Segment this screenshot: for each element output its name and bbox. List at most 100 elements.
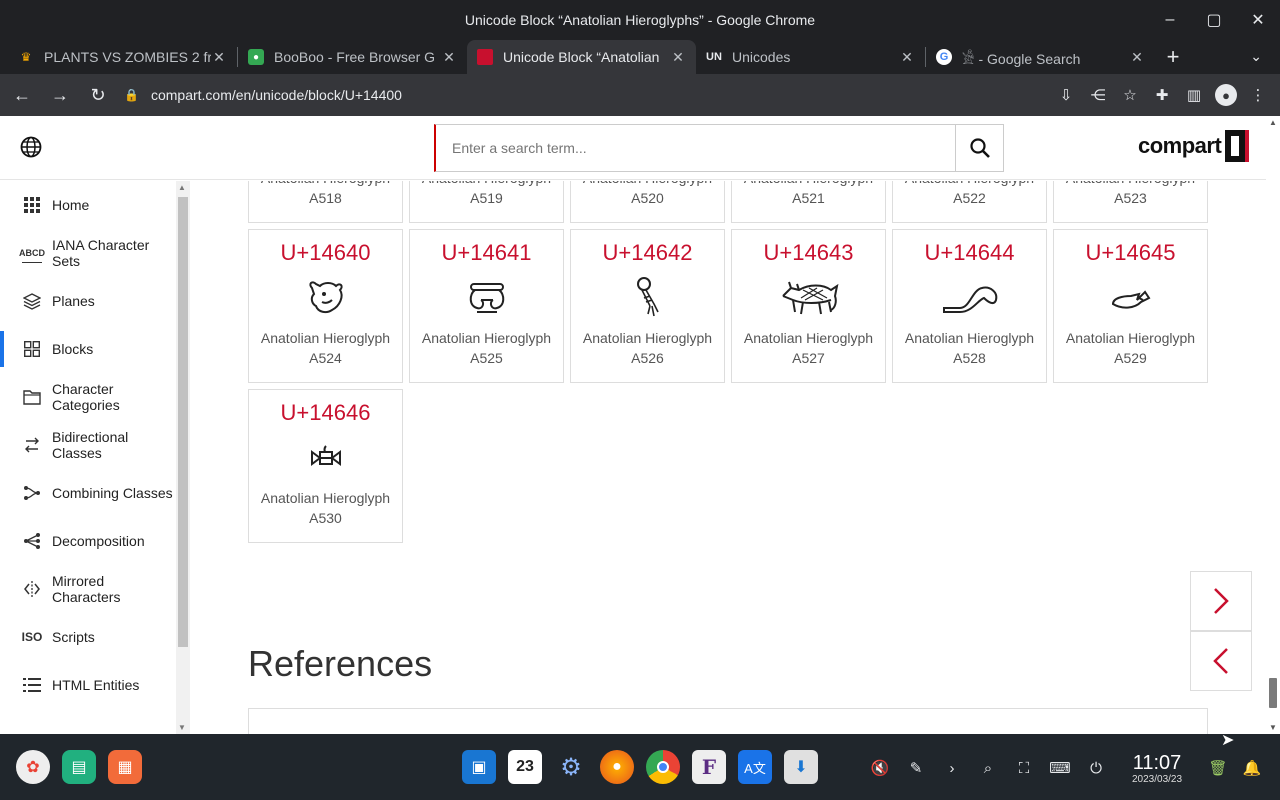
chrome-icon[interactable]	[646, 750, 680, 784]
calendar-icon[interactable]: 23	[508, 750, 542, 784]
close-tab-icon[interactable]: ✕	[1129, 49, 1145, 66]
sidebar-scrollbar[interactable]: ▲ ▼	[176, 181, 190, 734]
character-card[interactable]: Anatolian Hieroglyph A518	[248, 181, 403, 223]
trash-icon[interactable]: 🗑	[1204, 754, 1232, 782]
back-button[interactable]: ←	[6, 79, 38, 111]
character-card[interactable]: U+14642 Anatolian Hieroglyph A526	[570, 229, 725, 383]
character-card[interactable]: U+14644 Anatolian Hieroglyph A528	[892, 229, 1047, 383]
store-icon[interactable]: ⬇	[784, 750, 818, 784]
share-icon[interactable]: ⋲	[1082, 79, 1114, 111]
screenshot-icon[interactable]: ⛶	[1010, 754, 1038, 782]
notification-bell-icon[interactable]: 🔔	[1238, 754, 1266, 782]
scroll-up-icon[interactable]: ▲	[1269, 118, 1277, 127]
character-card[interactable]: Anatolian Hieroglyph A521	[731, 181, 886, 223]
character-name: Anatolian Hieroglyph A527	[743, 330, 874, 366]
character-card[interactable]: U+14640 Anatolian Hieroglyph A524	[248, 229, 403, 383]
address-bar[interactable]: 🔒 compart.com/en/unicode/block/U+14400	[124, 79, 1050, 111]
close-tab-icon[interactable]: ✕	[899, 49, 915, 66]
minimize-button[interactable]: –	[1148, 0, 1192, 40]
compart-logo[interactable]: compart	[1138, 130, 1250, 162]
character-card[interactable]: U+14645 Anatolian Hieroglyph A529	[1053, 229, 1208, 383]
side-panel-icon[interactable]: ▥	[1178, 79, 1210, 111]
file-manager-icon[interactable]: ▣	[462, 750, 496, 784]
language-globe-icon[interactable]	[20, 136, 44, 160]
clock[interactable]: 11:07 2023/03/23	[1132, 752, 1182, 785]
translate-icon[interactable]: A文	[738, 750, 772, 784]
sidebar-item-html-entities[interactable]: HTML Entities	[0, 661, 176, 709]
pen-icon[interactable]: ✎	[902, 754, 930, 782]
character-card[interactable]: U+14643 Anatolian Hieroglyph A527	[731, 229, 886, 383]
new-tab-button[interactable]: +	[1155, 40, 1191, 74]
search-input[interactable]	[436, 125, 955, 171]
tab-booboo[interactable]: ● BooBoo - Free Browser G ✕	[238, 40, 467, 74]
chevron-right-icon[interactable]: ›	[938, 754, 966, 782]
search-icon[interactable]: ⌕	[974, 754, 1002, 782]
scroll-down-icon[interactable]: ▼	[178, 723, 186, 732]
google-icon: G	[936, 49, 952, 65]
scroll-up-icon[interactable]: ▲	[178, 183, 186, 192]
sidebar-item-planes[interactable]: Planes	[0, 277, 176, 325]
page-scroll-thumb[interactable]	[1269, 678, 1277, 708]
extensions-icon[interactable]: ✚	[1146, 79, 1178, 111]
scroll-down-icon[interactable]: ▼	[1269, 723, 1277, 732]
forward-button[interactable]: →	[44, 79, 76, 111]
tab-google-search[interactable]: G 𓀀 - Google Search ✕	[926, 40, 1155, 74]
fontforge-icon[interactable]: F	[692, 750, 726, 784]
tab-unicode-block[interactable]: Unicode Block “Anatolian ✕	[467, 40, 696, 74]
files-app-icon[interactable]: ▤	[62, 750, 96, 784]
keyboard-icon[interactable]: ⌨	[1046, 754, 1074, 782]
tab-title: Unicode Block “Anatolian	[503, 49, 660, 65]
mute-icon[interactable]: 🔇	[866, 754, 894, 782]
lock-icon[interactable]: 🔒	[124, 88, 139, 102]
character-card[interactable]: Anatolian Hieroglyph A519	[409, 181, 564, 223]
search-button[interactable]	[955, 125, 1003, 171]
sidebar-item-decomposition[interactable]: Decomposition	[0, 517, 176, 565]
sidebar-item-label: HTML Entities	[52, 677, 140, 693]
browser-menu-icon[interactable]: ⋮	[1242, 79, 1274, 111]
sidebar-scroll-thumb[interactable]	[178, 197, 188, 647]
character-name: Anatolian Hieroglyph A528	[904, 330, 1035, 366]
power-icon[interactable]: ⏻	[1082, 754, 1110, 782]
character-card[interactable]: U+14641 Anatolian Hieroglyph A525	[409, 229, 564, 383]
character-card[interactable]: Anatolian Hieroglyph A523	[1053, 181, 1208, 223]
maximize-button[interactable]: ▢	[1192, 0, 1236, 40]
tab-search-chevron-icon[interactable]: ⌄	[1250, 48, 1262, 65]
reload-button[interactable]: ↻	[82, 79, 114, 111]
close-window-button[interactable]: ✕	[1236, 0, 1280, 40]
tab-unicodes[interactable]: UN Unicodes ✕	[696, 40, 925, 74]
sidebar-item-home[interactable]: Home	[0, 181, 176, 229]
settings-gear-icon[interactable]: ⚙	[554, 750, 588, 784]
previous-block-button[interactable]	[1190, 631, 1252, 691]
sidebar-item-iana[interactable]: ABCD IANA Character Sets	[0, 229, 176, 277]
install-app-icon[interactable]: ⇩	[1050, 79, 1082, 111]
sidebar-item-scripts[interactable]: ISO Scripts	[0, 613, 176, 661]
taskbar: ✿ ▤ ▦ ▣ 23 ⚙ ● F A文 ⬇ 🔇 ✎ › ⌕ ⛶ ⌨ ⏻ 11:0…	[0, 734, 1280, 800]
app-grid-icon[interactable]: ▦	[108, 750, 142, 784]
sidebar-item-combining-classes[interactable]: Combining Classes	[0, 469, 176, 517]
character-card[interactable]: U+14646 Anatolian Hieroglyph A530	[248, 389, 403, 543]
profile-avatar[interactable]: ●	[1215, 84, 1237, 106]
bookmark-star-icon[interactable]: ☆	[1114, 79, 1146, 111]
close-tab-icon[interactable]: ✕	[441, 49, 457, 66]
sidebar-item-blocks[interactable]: Blocks	[0, 325, 176, 373]
folder-icon	[22, 387, 42, 407]
launcher-icon[interactable]: ✿	[16, 750, 50, 784]
sidebar-item-bidirectional-classes[interactable]: Bidirectional Classes	[0, 421, 176, 469]
close-tab-icon[interactable]: ✕	[211, 49, 227, 66]
search-icon	[969, 138, 990, 158]
character-card[interactable]: Anatolian Hieroglyph A522	[892, 181, 1047, 223]
close-tab-icon[interactable]: ✕	[670, 49, 686, 66]
tab-plants-vs-zombies[interactable]: ♛ PLANTS VS ZOMBIES 2 fr ✕	[8, 40, 237, 74]
sidebar-item-label: Combining Classes	[52, 485, 173, 501]
page-scrollbar[interactable]: ▲ ▼	[1266, 116, 1280, 734]
next-block-button[interactable]	[1190, 571, 1252, 631]
glyph-a528	[940, 274, 1000, 322]
sidebar-item-mirrored-characters[interactable]: Mirrored Characters	[0, 565, 176, 613]
character-card[interactable]: Anatolian Hieroglyph A520	[570, 181, 725, 223]
sidebar-item-character-categories[interactable]: Character Categories	[0, 373, 176, 421]
code-point: U+14642	[602, 240, 693, 265]
firefox-icon[interactable]: ●	[600, 750, 634, 784]
site-search	[434, 124, 1004, 172]
main-content: Anatolian Hieroglyph A518 Anatolian Hier…	[190, 181, 1266, 734]
glyph-a527	[779, 274, 839, 322]
